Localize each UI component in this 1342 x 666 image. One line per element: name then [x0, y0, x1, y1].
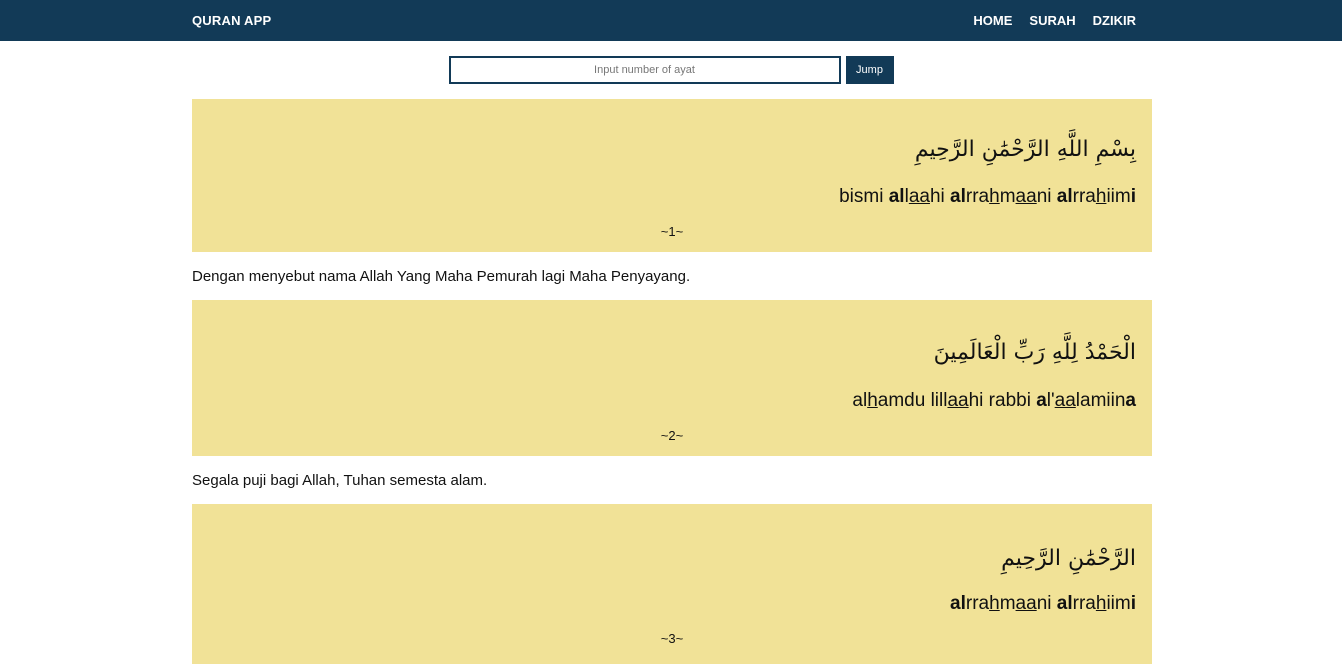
ayat-latin-text: bismi allaahi alrrahmaani alrrahiimi	[839, 186, 1136, 207]
ayat-translation: Segala puji bagi Allah, Tuhan semesta al…	[192, 472, 488, 489]
brand-logo-link[interactable]: QURAN APP	[192, 13, 271, 28]
ayat-number: ~3~	[660, 631, 684, 646]
ayat-card: بِسْمِ اللَّهِ الرَّحْمَٰنِ الرَّحِيمِ b…	[192, 99, 1152, 252]
ayat-translation: Dengan menyebut nama Allah Yang Maha Pem…	[192, 268, 691, 285]
ayat-number: ~2~	[660, 428, 684, 443]
jump-button[interactable]: Jump	[845, 56, 894, 84]
navbar: QURAN APP HOME SURAH DZIKIR	[0, 0, 1342, 41]
ayat-arabic-text: الْحَمْدُ لِلَّهِ رَبِّ الْعَالَمِينَ	[933, 340, 1136, 365]
jump-form: Jump	[0, 56, 1342, 84]
ayat-card: الرَّحْمَٰنِ الرَّحِيمِ alrrahmaani alrr…	[192, 504, 1152, 664]
ayat-latin-text: alrrahmaani alrrahiimi	[950, 593, 1136, 614]
ayat-number-input[interactable]	[448, 56, 841, 84]
nav-link-dzikir[interactable]: DZIKIR	[1093, 13, 1136, 28]
ayat-card: الْحَمْدُ لِلَّهِ رَبِّ الْعَالَمِينَ al…	[192, 300, 1152, 456]
ayat-latin-text: alhamdu lillaahi rabbi al'aalamiina	[852, 390, 1136, 411]
ayat-arabic-text: بِسْمِ اللَّهِ الرَّحْمَٰنِ الرَّحِيمِ	[914, 137, 1136, 162]
ayat-number: ~1~	[660, 224, 684, 239]
navbar-inner: QURAN APP HOME SURAH DZIKIR	[192, 0, 1152, 41]
ayat-arabic-text: الرَّحْمَٰنِ الرَّحِيمِ	[1001, 546, 1136, 571]
nav-link-home[interactable]: HOME	[973, 13, 1012, 28]
nav-link-surah[interactable]: SURAH	[1029, 13, 1075, 28]
nav-links: HOME SURAH DZIKIR	[973, 13, 1152, 28]
ayat-list: بِسْمِ اللَّهِ الرَّحْمَٰنِ الرَّحِيمِ b…	[192, 99, 1152, 664]
